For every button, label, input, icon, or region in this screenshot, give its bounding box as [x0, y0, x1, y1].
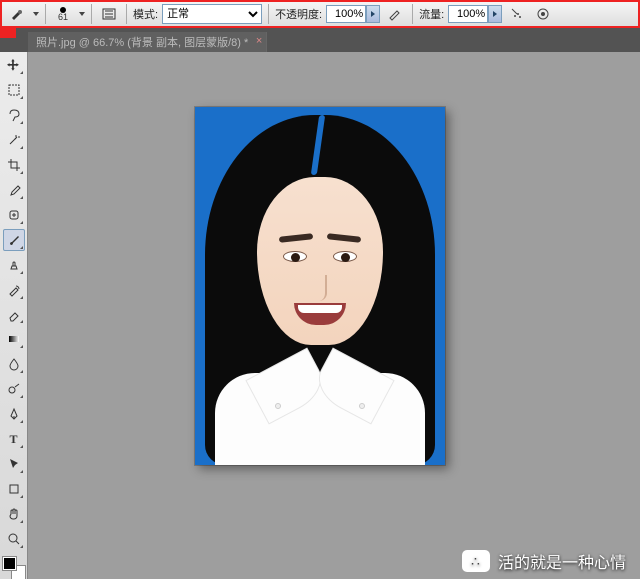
- options-bar: 61 模式: 正常 不透明度: 流量:: [0, 0, 640, 28]
- path-select-tool[interactable]: [3, 453, 25, 475]
- shape-tool[interactable]: [3, 478, 25, 500]
- eraser-tool[interactable]: [3, 304, 25, 326]
- eyedropper-tool[interactable]: [3, 179, 25, 201]
- brush-size-value: 61: [58, 13, 68, 22]
- close-tab-icon[interactable]: ×: [256, 35, 262, 47]
- brush-preset-button[interactable]: 61: [52, 3, 74, 25]
- document-tab-title: 照片.jpg @ 66.7% (背景 副本, 图层蒙版/8) *: [36, 37, 248, 49]
- divider: [91, 4, 92, 24]
- flow-flyout-button[interactable]: [488, 5, 502, 23]
- opacity-label: 不透明度:: [275, 6, 322, 22]
- tool-preset-button[interactable]: [6, 3, 28, 25]
- document-tabs: 照片.jpg @ 66.7% (背景 副本, 图层蒙版/8) * ×: [28, 32, 267, 52]
- flow-input[interactable]: [448, 5, 488, 23]
- blend-mode-select[interactable]: 正常: [162, 4, 262, 24]
- dodge-tool[interactable]: [3, 378, 25, 400]
- brush-panel-button[interactable]: [98, 3, 120, 25]
- wechat-icon: ∴: [462, 550, 490, 572]
- mode-label: 模式:: [133, 6, 158, 22]
- move-tool[interactable]: [3, 54, 25, 76]
- opacity-flyout-button[interactable]: [366, 5, 380, 23]
- flow-label: 流量:: [419, 6, 444, 22]
- document-tab[interactable]: 照片.jpg @ 66.7% (背景 副本, 图层蒙版/8) * ×: [28, 32, 267, 52]
- canvas-area[interactable]: [28, 52, 640, 579]
- divider: [126, 4, 127, 24]
- divider: [412, 4, 413, 24]
- pen-tool[interactable]: [3, 403, 25, 425]
- divider: [268, 4, 269, 24]
- watermark: ∴ 活的就是一种心情: [462, 549, 626, 573]
- healing-brush-tool[interactable]: [3, 204, 25, 226]
- clone-stamp-tool[interactable]: [3, 254, 25, 276]
- type-tool[interactable]: T: [3, 428, 25, 450]
- gradient-tool[interactable]: [3, 328, 25, 350]
- blur-tool[interactable]: [3, 353, 25, 375]
- hand-tool[interactable]: [3, 503, 25, 525]
- tool-preset-caret-icon[interactable]: [33, 12, 39, 16]
- highlight-strip: [0, 28, 16, 38]
- history-brush-tool[interactable]: [3, 279, 25, 301]
- marquee-tool[interactable]: [3, 79, 25, 101]
- opacity-pressure-button[interactable]: [384, 3, 406, 25]
- document-canvas[interactable]: [195, 107, 445, 465]
- divider: [45, 4, 46, 24]
- brush-tool[interactable]: [3, 229, 25, 251]
- color-swatches[interactable]: [3, 557, 25, 579]
- brush-preset-caret-icon[interactable]: [79, 12, 85, 16]
- lasso-tool[interactable]: [3, 104, 25, 126]
- crop-tool[interactable]: [3, 154, 25, 176]
- tool-sidebar: T: [0, 52, 28, 579]
- portrait-shirt: [215, 373, 425, 465]
- size-pressure-button[interactable]: [532, 3, 554, 25]
- fg-swatch[interactable]: [3, 557, 16, 570]
- opacity-input[interactable]: [326, 5, 366, 23]
- magic-wand-tool[interactable]: [3, 129, 25, 151]
- airbrush-button[interactable]: [506, 3, 528, 25]
- watermark-text: 活的就是一种心情: [498, 549, 626, 573]
- zoom-tool[interactable]: [3, 528, 25, 550]
- portrait-face: [257, 177, 383, 345]
